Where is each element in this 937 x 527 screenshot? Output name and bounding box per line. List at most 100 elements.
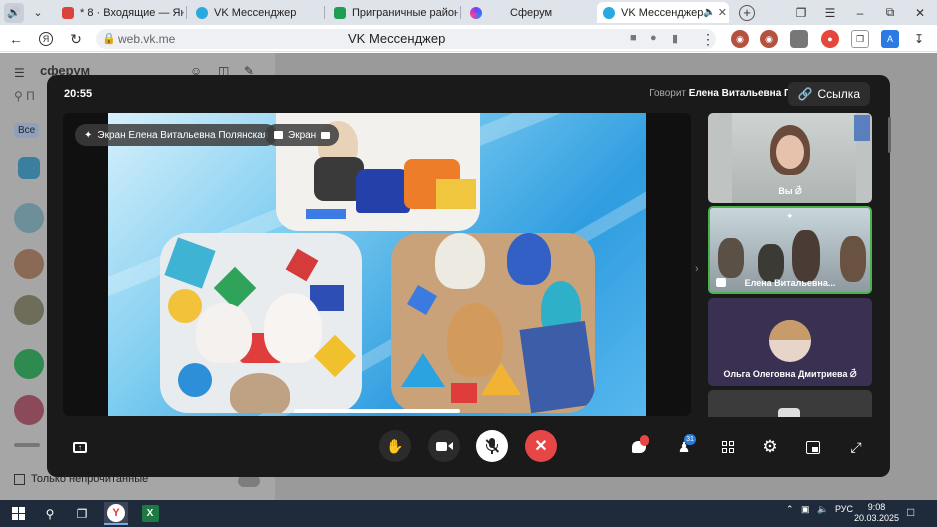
mic-muted-icon: ⦳ (795, 186, 802, 196)
participant-name: Вы ⦳ (778, 186, 802, 196)
extension-icon[interactable] (790, 30, 808, 48)
pip-icon (806, 440, 820, 454)
child-figure (230, 373, 290, 413)
participant-tile-self[interactable]: Вы ⦳ (708, 113, 872, 203)
chevron-up-icon[interactable]: ⌃ (786, 504, 794, 515)
shape-piece (285, 248, 319, 282)
tab-label: Приграничные районы. К (352, 6, 458, 19)
volume-icon[interactable]: 🔈 (817, 504, 828, 515)
raise-hand-button[interactable]: ✋ (379, 430, 411, 462)
tab-mail[interactable]: * 8 · Входящие — Яндекс (56, 2, 184, 23)
tab-vk-messenger-1[interactable]: VK Мессенджер (190, 2, 322, 23)
speaking-name: Елена Витальевна П. (688, 88, 794, 99)
yandex-icon[interactable]: Я (36, 29, 56, 49)
settings-button[interactable]: ⚙ (757, 434, 783, 460)
extension-icon[interactable]: ● (821, 30, 839, 48)
clock-time: 9:08 (867, 502, 886, 512)
close-icon[interactable]: ✕ (718, 6, 727, 19)
picture-in-picture-button[interactable] (800, 434, 826, 460)
participant-tile-active[interactable]: ✦ Елена Витальевна... (708, 206, 872, 294)
participant-tile-next[interactable] (708, 390, 872, 417)
chevron-right-icon[interactable]: › (695, 263, 699, 275)
url-field[interactable]: 🔒 web.vk.me VK Мессенджер ■ ● ▮ (96, 29, 716, 49)
screen-pill[interactable]: Экран (265, 124, 340, 146)
avatar[interactable] (14, 203, 44, 233)
chat-button[interactable] (626, 434, 652, 460)
notifications-icon[interactable]: □ (907, 505, 914, 519)
windows-start-icon[interactable] (6, 502, 30, 525)
fullscreen-button[interactable]: ⤢ (843, 434, 869, 460)
shape-piece (401, 353, 445, 387)
screen-owner-label: Экран Елена Витальевна Полянская (97, 129, 269, 141)
speaker-icon[interactable]: 🔊 (4, 2, 24, 23)
speaking-prefix: Говорит (649, 88, 686, 99)
extension-icon[interactable]: ◉ (731, 30, 749, 48)
tabs-overview-icon[interactable]: ❐ (786, 0, 816, 25)
grid-view-button[interactable] (715, 434, 741, 460)
lock-icon: 🔒 (102, 33, 116, 45)
microphone-icon[interactable]: ● (650, 32, 657, 44)
new-tab-button[interactable]: + (732, 0, 762, 25)
filter-chip-all[interactable]: Все (14, 123, 40, 138)
tab-border-regions[interactable]: Приграничные районы. К (328, 2, 458, 23)
call-timer: 20:55 (64, 88, 93, 100)
link-button[interactable]: 🔗 Ссылка (787, 82, 870, 106)
avatar[interactable] (14, 395, 44, 425)
chevron-down-icon[interactable]: ⌄ (28, 3, 48, 23)
menu-icon[interactable]: ☰ (815, 0, 845, 25)
menu-icon[interactable]: ☰ (14, 66, 25, 80)
more-vertical-icon[interactable]: ⋮ (698, 29, 718, 49)
task-view-icon[interactable]: ❐ (70, 502, 94, 525)
avatar[interactable] (14, 349, 44, 379)
child-figure (264, 293, 322, 363)
search-input[interactable]: ⚲ П (14, 89, 35, 103)
tangram-box (519, 320, 595, 413)
sferum-icon (470, 6, 482, 19)
extension-icon[interactable]: ◉ (760, 30, 778, 48)
network-icon[interactable]: ▣ (801, 504, 810, 515)
restore-icon[interactable]: ⧉ (875, 0, 905, 25)
tab-vk-messenger-active[interactable]: VK Мессенджер 🔈 ✕ (597, 2, 729, 23)
language-indicator[interactable]: РУС (835, 504, 853, 514)
participants-button[interactable]: ♟ 31 (671, 434, 697, 460)
checkbox-icon (14, 473, 25, 485)
participant-tile-olga[interactable]: Ольга Олеговна Дмитриева ⦳ (708, 298, 872, 386)
camera-button[interactable] (428, 430, 460, 462)
avatar[interactable] (14, 249, 44, 279)
pin-icon: ✦ (786, 211, 794, 221)
search-placeholder: П (26, 89, 35, 103)
search-icon[interactable]: ⚲ (38, 502, 62, 525)
reload-icon[interactable]: ↻ (66, 29, 86, 49)
gear-icon: ⚙ (762, 437, 778, 456)
participant-person (840, 236, 866, 282)
clock[interactable]: 9:08 20.03.2025 (854, 502, 899, 524)
end-call-button[interactable]: ✕ (525, 430, 557, 462)
screen-owner-pill[interactable]: ✦ Экран Елена Витальевна Полянская (75, 124, 278, 146)
call-window: 20:55 Говорит Елена Витальевна П. 🔗 Ссыл… (47, 75, 891, 477)
extension-icon[interactable]: ❐ (851, 30, 869, 48)
participants-count-badge: 31 (684, 434, 696, 445)
translate-icon[interactable]: A (881, 30, 899, 48)
camera-icon[interactable]: ■ (630, 32, 637, 44)
yandex-browser-icon[interactable]: Y (104, 502, 128, 525)
speaker-icon[interactable]: 🔈 (703, 7, 715, 18)
tab-divider (460, 6, 461, 19)
sheets-icon (334, 6, 346, 19)
minimize-icon[interactable]: – (845, 0, 875, 25)
close-window-icon[interactable]: ✕ (905, 0, 935, 25)
share-screen-button[interactable]: ↑ (67, 434, 93, 460)
tiles-scrollbar[interactable] (888, 117, 891, 153)
pin-icon: ✦ (84, 129, 93, 141)
mail-icon (62, 6, 74, 19)
avatar[interactable] (14, 295, 44, 325)
download-icon[interactable]: ↧ (910, 30, 928, 48)
excel-icon[interactable]: X (138, 502, 162, 525)
shape-piece (164, 237, 216, 289)
tab-sferum[interactable]: Сферум (464, 2, 594, 23)
microphone-button[interactable] (476, 430, 508, 462)
screen-share-stage[interactable]: ✦ Экран Елена Витальевна Полянская Экран (63, 113, 691, 416)
child-figure (196, 303, 252, 363)
avatar[interactable] (18, 157, 40, 179)
back-arrow-icon[interactable]: ← (6, 29, 26, 49)
bookmark-icon[interactable]: ▮ (672, 32, 678, 45)
